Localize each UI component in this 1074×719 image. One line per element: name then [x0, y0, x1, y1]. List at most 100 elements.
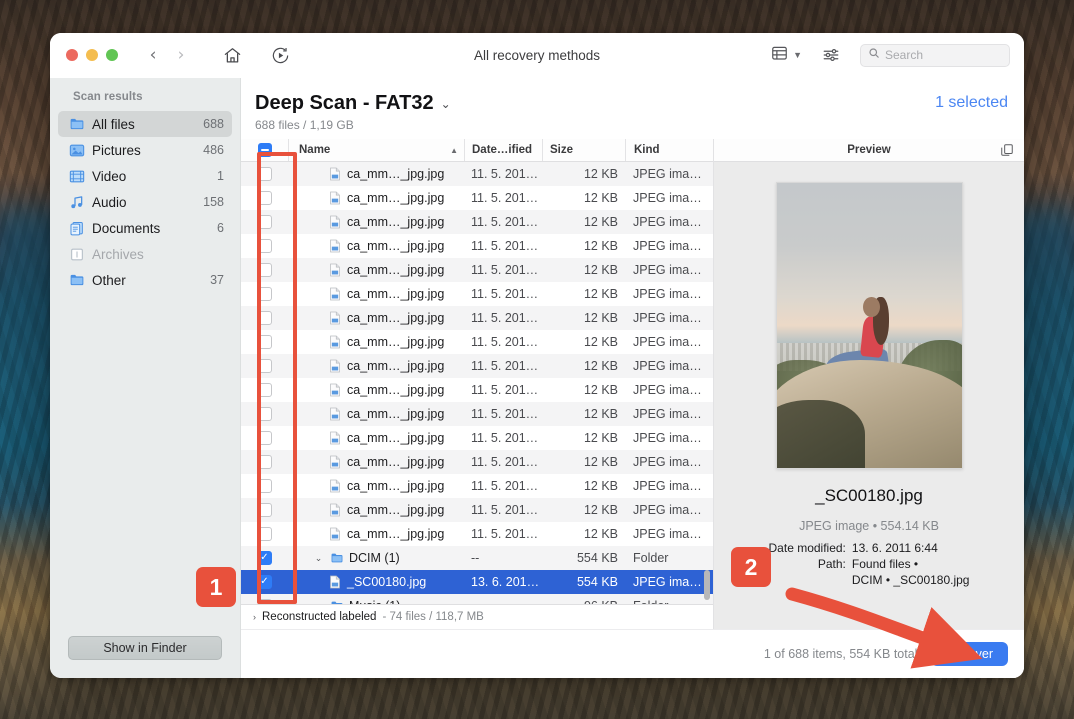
sidebar-item-all-files[interactable]: All files 688	[58, 111, 232, 137]
row-checkbox-cell[interactable]	[241, 407, 288, 421]
table-row[interactable]: ca_mm…_jpg.jpg 11. 5. 201… 12 KB JPEG ima…	[241, 450, 713, 474]
preview-thumbnail[interactable]	[775, 182, 963, 469]
sidebar-item-documents[interactable]: Documents 6	[58, 215, 232, 241]
zoom-button[interactable]	[106, 49, 118, 61]
row-checkbox-cell[interactable]	[241, 551, 288, 565]
table-row[interactable]: ca_mm…_jpg.jpg 11. 5. 201… 12 KB JPEG ima…	[241, 330, 713, 354]
row-checkbox-cell[interactable]	[241, 167, 288, 181]
chevron-right-icon[interactable]: ›	[312, 601, 325, 604]
show-in-finder-button[interactable]: Show in Finder	[68, 636, 222, 660]
row-checkbox-cell[interactable]	[241, 191, 288, 205]
jpeg-file-icon	[328, 311, 342, 326]
home-icon[interactable]	[219, 42, 245, 68]
select-all-checkbox-cell[interactable]	[241, 143, 288, 157]
sliders-icon[interactable]	[818, 42, 844, 68]
row-date-cell: 11. 5. 201…	[471, 311, 539, 325]
table-row[interactable]: ca_mm…_jpg.jpg 11. 5. 201… 12 KB JPEG ima…	[241, 186, 713, 210]
table-row[interactable]: ca_mm…_jpg.jpg 11. 5. 201… 12 KB JPEG ima…	[241, 378, 713, 402]
back-chevron-icon[interactable]: ‹	[142, 44, 164, 66]
row-checkbox-cell[interactable]	[241, 311, 288, 325]
chevron-down-icon: ▼	[793, 50, 802, 60]
row-checkbox-cell[interactable]	[241, 287, 288, 301]
table-row[interactable]: ca_mm…_jpg.jpg 11. 5. 201… 12 KB JPEG ima…	[241, 306, 713, 330]
row-checkbox[interactable]	[257, 215, 272, 229]
row-checkbox[interactable]	[257, 383, 272, 397]
table-row[interactable]: ca_mm…_jpg.jpg 11. 5. 201… 12 KB JPEG ima…	[241, 474, 713, 498]
row-checkbox-cell[interactable]	[241, 335, 288, 349]
table-row[interactable]: ca_mm…_jpg.jpg 11. 5. 201… 12 KB JPEG ima…	[241, 282, 713, 306]
scan-title[interactable]: Deep Scan - FAT32 ⌄	[255, 92, 451, 115]
table-row[interactable]: ca_mm…_jpg.jpg 11. 5. 201… 12 KB JPEG ima…	[241, 426, 713, 450]
minimize-button[interactable]	[86, 49, 98, 61]
selected-count-label[interactable]: 1 selected	[935, 92, 1008, 112]
sidebar-item-video[interactable]: Video 1	[58, 163, 232, 189]
vertical-scrollbar[interactable]	[704, 570, 710, 600]
row-checkbox-cell[interactable]	[241, 215, 288, 229]
table-row[interactable]: ca_mm…_jpg.jpg 11. 5. 201… 12 KB JPEG ima…	[241, 258, 713, 282]
row-checkbox-cell[interactable]	[241, 503, 288, 517]
row-checkbox[interactable]	[257, 599, 272, 604]
row-checkbox[interactable]	[257, 239, 272, 253]
table-row[interactable]: › Music (1) --96 KBFolder	[241, 594, 713, 604]
row-checkbox-cell[interactable]	[241, 431, 288, 445]
table-row[interactable]: ca_mm…_jpg.jpg 11. 5. 201… 12 KB JPEG ima…	[241, 522, 713, 546]
row-checkbox-cell[interactable]	[241, 479, 288, 493]
chevron-down-icon[interactable]: ⌄	[441, 97, 451, 111]
row-date-cell: 11. 5. 201…	[471, 431, 539, 445]
table-row[interactable]: ⌄ DCIM (1) -- 554 KB Folder	[241, 546, 713, 570]
row-checkbox-cell[interactable]	[241, 455, 288, 469]
search-input[interactable]	[885, 48, 1002, 62]
chevron-down-icon[interactable]: ⌄	[312, 553, 325, 564]
row-checkbox[interactable]	[257, 503, 272, 517]
row-checkbox[interactable]	[257, 527, 272, 541]
table-rows-container[interactable]: ca_mm…_jpg.jpg 11. 5. 201… 12 KB JPEG ima… c…	[241, 162, 713, 604]
row-checkbox[interactable]	[257, 191, 272, 205]
table-row[interactable]: ca_mm…_jpg.jpg 11. 5. 201… 12 KB JPEG ima…	[241, 234, 713, 258]
row-checkbox[interactable]	[257, 575, 272, 589]
row-checkbox[interactable]	[257, 455, 272, 469]
row-name-cell: ca_mm…_jpg.jpg	[288, 263, 464, 278]
row-checkbox[interactable]	[257, 311, 272, 325]
row-checkbox[interactable]	[257, 167, 272, 181]
row-checkbox-cell[interactable]	[241, 263, 288, 277]
row-checkbox-cell[interactable]	[241, 239, 288, 253]
select-all-checkbox[interactable]	[257, 143, 272, 157]
table-row[interactable]: ca_mm…_jpg.jpg 11. 5. 201… 12 KB JPEG ima…	[241, 402, 713, 426]
table-row[interactable]: ca_mm…_jpg.jpg 11. 5. 201… 12 KB JPEG ima…	[241, 210, 713, 234]
row-checkbox[interactable]	[257, 479, 272, 493]
row-checkbox[interactable]	[257, 407, 272, 421]
table-row[interactable]: ca_mm…_jpg.jpg 11. 5. 201… 12 KB JPEG ima…	[241, 498, 713, 522]
sidebar-item-archives[interactable]: Archives	[58, 241, 232, 267]
row-checkbox[interactable]	[257, 431, 272, 445]
row-checkbox[interactable]	[257, 287, 272, 301]
table-row[interactable]: _SC00180.jpg 13. 6. 201… 554 KB JPEG ima…	[241, 570, 713, 594]
row-checkbox-cell[interactable]	[241, 599, 288, 604]
play-circle-icon[interactable]	[267, 42, 293, 68]
row-checkbox[interactable]	[257, 551, 272, 565]
table-row[interactable]: ca_mm…_jpg.jpg 11. 5. 201… 12 KB JPEG ima…	[241, 162, 713, 186]
table-row[interactable]: ca_mm…_jpg.jpg 11. 5. 201… 12 KB JPEG ima…	[241, 354, 713, 378]
column-header-name[interactable]: Name ▲	[288, 139, 464, 161]
view-mode-button[interactable]: ▼	[770, 44, 802, 67]
row-checkbox-cell[interactable]	[241, 359, 288, 373]
row-checkbox-cell[interactable]	[241, 383, 288, 397]
row-checkbox[interactable]	[257, 359, 272, 373]
search-box[interactable]	[860, 43, 1010, 67]
sidebar-item-other[interactable]: Other 37	[58, 267, 232, 293]
forward-chevron-icon[interactable]: ›	[170, 44, 192, 66]
close-button[interactable]	[66, 49, 78, 61]
column-header-date[interactable]: Date…ified	[464, 139, 542, 161]
row-checkbox-cell[interactable]	[241, 527, 288, 541]
column-header-kind[interactable]: Kind	[625, 139, 713, 161]
column-header-size[interactable]: Size	[542, 139, 625, 161]
recover-button[interactable]: Recover	[931, 642, 1008, 666]
sidebar-item-audio[interactable]: Audio 158	[58, 189, 232, 215]
row-checkbox[interactable]	[257, 335, 272, 349]
sidebar-item-pictures[interactable]: Pictures 486	[58, 137, 232, 163]
chevron-right-icon[interactable]: ›	[253, 612, 256, 622]
group-footer-row[interactable]: › Reconstructed labeled - 74 files / 118…	[241, 604, 713, 629]
duplicate-icon[interactable]	[1000, 143, 1014, 160]
row-checkbox-cell[interactable]	[241, 575, 288, 589]
row-kind-cell: JPEG ima…	[633, 287, 702, 301]
row-checkbox[interactable]	[257, 263, 272, 277]
